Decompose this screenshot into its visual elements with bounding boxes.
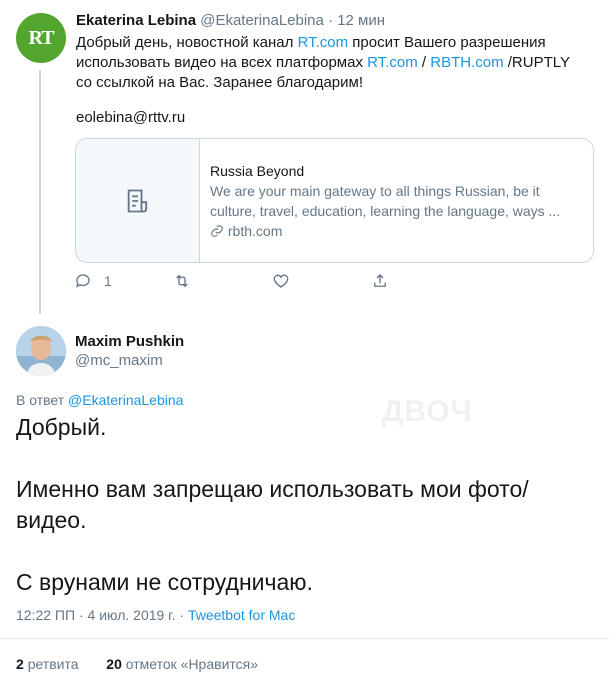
card-description: We are your main gateway to all things R…	[210, 183, 561, 219]
likes-stat[interactable]: 20 отметок «Нравится»	[106, 656, 258, 672]
link-rbth[interactable]: RBTH.com	[430, 54, 503, 71]
text-part: Добрый день, новостной канал	[76, 34, 298, 51]
tweet-line: Добрый.	[16, 414, 107, 440]
reply-to-handle[interactable]: @EkaterinaLebina	[68, 392, 183, 408]
tweet-time[interactable]: 12:22 ПП	[16, 607, 75, 623]
reply-button[interactable]: 1	[74, 272, 112, 290]
share-icon	[374, 274, 386, 287]
thread-line	[39, 70, 41, 314]
separator-dot: ·	[179, 607, 185, 623]
divider	[0, 638, 609, 639]
link-rt[interactable]: RT.com	[298, 34, 349, 51]
tweet-date[interactable]: 4 июл. 2019 г.	[88, 607, 176, 623]
tweet-text: Добрый день, новостной канал RT.com прос…	[76, 33, 586, 93]
tweet-meta: 12:22 ПП · 4 июл. 2019 г. · Tweetbot for…	[16, 606, 295, 624]
card-url-text: rbth.com	[227, 223, 283, 239]
likes-count: 20	[106, 656, 122, 672]
client-link[interactable]: Tweetbot for Mac	[188, 607, 295, 623]
document-icon	[127, 189, 147, 212]
email-text: eolebina@rttv.ru	[76, 109, 186, 126]
tweet-time[interactable]: 12 мин	[337, 12, 385, 29]
reply-icon	[75, 274, 90, 288]
avatar-photo	[16, 326, 66, 376]
heart-icon	[273, 274, 289, 288]
author-handle[interactable]: @EkaterinaLebina	[200, 12, 324, 29]
tweet-line: Именно вам запрещаю использовать мои фот…	[16, 476, 529, 533]
tweet-text: Добрый. Именно вам запрещаю использовать…	[16, 412, 596, 598]
retweets-count: 2	[16, 656, 24, 672]
likes-label: отметок «Нравится»	[125, 656, 259, 672]
card-thumbnail	[76, 139, 200, 262]
text-part: /	[417, 54, 431, 71]
retweets-label: ретвита	[27, 656, 79, 672]
reply-prefix: В ответ	[16, 392, 69, 408]
card-url: rbth.com	[210, 221, 580, 241]
avatar[interactable]	[16, 326, 66, 376]
reply-count: 1	[104, 273, 112, 289]
tweet-line: С врунами не сотрудничаю.	[16, 569, 313, 595]
link-icon	[211, 225, 223, 237]
retweet-icon	[176, 274, 188, 288]
retweets-stat[interactable]: 2 ретвита	[16, 656, 79, 672]
author-name[interactable]: Maxim Pushkin	[75, 333, 184, 351]
separator-dot: ·	[328, 12, 334, 29]
retweet-button[interactable]	[173, 272, 191, 290]
like-button[interactable]	[272, 272, 290, 290]
link-card[interactable]: Russia Beyond We are your main gateway t…	[75, 138, 594, 263]
link-rt-2[interactable]: RT.com	[367, 54, 418, 71]
tweet-header: Ekaterina Lebina @EkaterinaLebina · 12 м…	[76, 11, 385, 31]
reply-to-line: В ответ @EkaterinaLebina	[16, 391, 183, 409]
card-title: Russia Beyond	[210, 163, 305, 179]
avatar[interactable]: RT	[16, 13, 66, 63]
avatar-logo-text: RT	[28, 26, 54, 49]
share-button[interactable]	[371, 272, 389, 290]
author-handle[interactable]: @mc_maxim	[75, 352, 163, 370]
author-name[interactable]: Ekaterina Lebina	[76, 12, 196, 29]
tweet-stats: 2 ретвита 20 отметок «Нравится»	[16, 655, 258, 673]
separator-dot: ·	[78, 607, 84, 623]
